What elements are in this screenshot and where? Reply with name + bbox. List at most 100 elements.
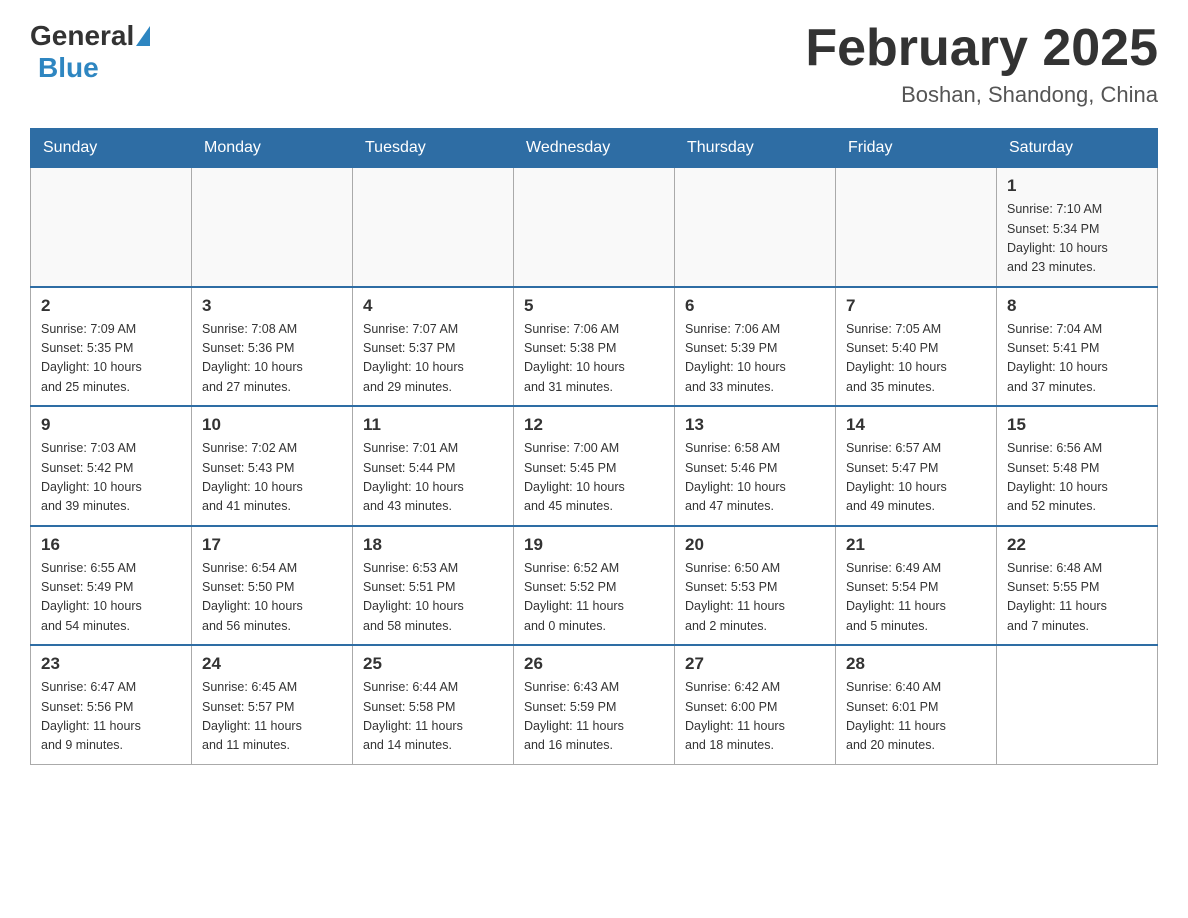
- location-title: Boshan, Shandong, China: [805, 82, 1158, 108]
- calendar-week-row: 2 Sunrise: 7:09 AM Sunset: 5:35 PM Daylig…: [31, 287, 1158, 407]
- calendar-cell: 10 Sunrise: 7:02 AM Sunset: 5:43 PM Dayli…: [192, 406, 353, 526]
- header-monday: Monday: [192, 129, 353, 168]
- header-sunday: Sunday: [31, 129, 192, 168]
- day-number: 15: [1007, 415, 1147, 435]
- calendar-table: SundayMondayTuesdayWednesdayThursdayFrid…: [30, 128, 1158, 765]
- day-number: 27: [685, 654, 825, 674]
- day-info: Sunrise: 7:10 AM Sunset: 5:34 PM Dayligh…: [1007, 200, 1147, 278]
- calendar-cell: 28 Sunrise: 6:40 AM Sunset: 6:01 PM Dayli…: [836, 645, 997, 764]
- day-info: Sunrise: 7:06 AM Sunset: 5:39 PM Dayligh…: [685, 320, 825, 398]
- title-section: February 2025 Boshan, Shandong, China: [805, 20, 1158, 108]
- day-number: 6: [685, 296, 825, 316]
- calendar-cell: 5 Sunrise: 7:06 AM Sunset: 5:38 PM Daylig…: [514, 287, 675, 407]
- header-wednesday: Wednesday: [514, 129, 675, 168]
- calendar-cell: [514, 168, 675, 287]
- day-info: Sunrise: 6:45 AM Sunset: 5:57 PM Dayligh…: [202, 678, 342, 756]
- calendar-week-row: 9 Sunrise: 7:03 AM Sunset: 5:42 PM Daylig…: [31, 406, 1158, 526]
- day-info: Sunrise: 7:06 AM Sunset: 5:38 PM Dayligh…: [524, 320, 664, 398]
- calendar-cell: 26 Sunrise: 6:43 AM Sunset: 5:59 PM Dayli…: [514, 645, 675, 764]
- day-info: Sunrise: 6:47 AM Sunset: 5:56 PM Dayligh…: [41, 678, 181, 756]
- day-info: Sunrise: 7:00 AM Sunset: 5:45 PM Dayligh…: [524, 439, 664, 517]
- calendar-cell: 3 Sunrise: 7:08 AM Sunset: 5:36 PM Daylig…: [192, 287, 353, 407]
- calendar-week-row: 1 Sunrise: 7:10 AM Sunset: 5:34 PM Daylig…: [31, 168, 1158, 287]
- day-number: 5: [524, 296, 664, 316]
- day-number: 19: [524, 535, 664, 555]
- day-number: 21: [846, 535, 986, 555]
- day-info: Sunrise: 6:40 AM Sunset: 6:01 PM Dayligh…: [846, 678, 986, 756]
- day-number: 13: [685, 415, 825, 435]
- calendar-cell: 2 Sunrise: 7:09 AM Sunset: 5:35 PM Daylig…: [31, 287, 192, 407]
- day-number: 16: [41, 535, 181, 555]
- day-info: Sunrise: 6:54 AM Sunset: 5:50 PM Dayligh…: [202, 559, 342, 637]
- calendar-cell: 23 Sunrise: 6:47 AM Sunset: 5:56 PM Dayli…: [31, 645, 192, 764]
- calendar-cell: 24 Sunrise: 6:45 AM Sunset: 5:57 PM Dayli…: [192, 645, 353, 764]
- day-info: Sunrise: 6:49 AM Sunset: 5:54 PM Dayligh…: [846, 559, 986, 637]
- day-info: Sunrise: 6:52 AM Sunset: 5:52 PM Dayligh…: [524, 559, 664, 637]
- day-number: 4: [363, 296, 503, 316]
- calendar-cell: 27 Sunrise: 6:42 AM Sunset: 6:00 PM Dayli…: [675, 645, 836, 764]
- day-info: Sunrise: 6:56 AM Sunset: 5:48 PM Dayligh…: [1007, 439, 1147, 517]
- calendar-cell: 25 Sunrise: 6:44 AM Sunset: 5:58 PM Dayli…: [353, 645, 514, 764]
- day-number: 26: [524, 654, 664, 674]
- day-info: Sunrise: 7:02 AM Sunset: 5:43 PM Dayligh…: [202, 439, 342, 517]
- day-info: Sunrise: 7:08 AM Sunset: 5:36 PM Dayligh…: [202, 320, 342, 398]
- calendar-cell: 4 Sunrise: 7:07 AM Sunset: 5:37 PM Daylig…: [353, 287, 514, 407]
- day-number: 9: [41, 415, 181, 435]
- calendar-cell: 19 Sunrise: 6:52 AM Sunset: 5:52 PM Dayli…: [514, 526, 675, 646]
- day-info: Sunrise: 7:07 AM Sunset: 5:37 PM Dayligh…: [363, 320, 503, 398]
- logo-triangle-icon: [136, 26, 150, 46]
- day-info: Sunrise: 6:57 AM Sunset: 5:47 PM Dayligh…: [846, 439, 986, 517]
- day-info: Sunrise: 7:03 AM Sunset: 5:42 PM Dayligh…: [41, 439, 181, 517]
- calendar-cell: [675, 168, 836, 287]
- day-number: 2: [41, 296, 181, 316]
- logo-blue-text: Blue: [38, 52, 99, 83]
- day-number: 8: [1007, 296, 1147, 316]
- day-number: 23: [41, 654, 181, 674]
- calendar-cell: 6 Sunrise: 7:06 AM Sunset: 5:39 PM Daylig…: [675, 287, 836, 407]
- calendar-cell: [997, 645, 1158, 764]
- day-info: Sunrise: 7:01 AM Sunset: 5:44 PM Dayligh…: [363, 439, 503, 517]
- logo: General Blue: [30, 20, 152, 84]
- day-info: Sunrise: 6:42 AM Sunset: 6:00 PM Dayligh…: [685, 678, 825, 756]
- day-number: 18: [363, 535, 503, 555]
- page-header: General Blue February 2025 Boshan, Shand…: [30, 20, 1158, 108]
- calendar-cell: 12 Sunrise: 7:00 AM Sunset: 5:45 PM Dayli…: [514, 406, 675, 526]
- day-number: 25: [363, 654, 503, 674]
- calendar-cell: 21 Sunrise: 6:49 AM Sunset: 5:54 PM Dayli…: [836, 526, 997, 646]
- calendar-cell: 14 Sunrise: 6:57 AM Sunset: 5:47 PM Dayli…: [836, 406, 997, 526]
- day-number: 28: [846, 654, 986, 674]
- day-number: 12: [524, 415, 664, 435]
- calendar-cell: 13 Sunrise: 6:58 AM Sunset: 5:46 PM Dayli…: [675, 406, 836, 526]
- day-info: Sunrise: 7:09 AM Sunset: 5:35 PM Dayligh…: [41, 320, 181, 398]
- header-tuesday: Tuesday: [353, 129, 514, 168]
- day-info: Sunrise: 7:04 AM Sunset: 5:41 PM Dayligh…: [1007, 320, 1147, 398]
- header-saturday: Saturday: [997, 129, 1158, 168]
- day-info: Sunrise: 6:50 AM Sunset: 5:53 PM Dayligh…: [685, 559, 825, 637]
- day-info: Sunrise: 6:44 AM Sunset: 5:58 PM Dayligh…: [363, 678, 503, 756]
- header-thursday: Thursday: [675, 129, 836, 168]
- day-number: 20: [685, 535, 825, 555]
- day-number: 11: [363, 415, 503, 435]
- day-number: 3: [202, 296, 342, 316]
- day-info: Sunrise: 7:05 AM Sunset: 5:40 PM Dayligh…: [846, 320, 986, 398]
- calendar-cell: [353, 168, 514, 287]
- day-info: Sunrise: 6:55 AM Sunset: 5:49 PM Dayligh…: [41, 559, 181, 637]
- day-number: 1: [1007, 176, 1147, 196]
- day-number: 17: [202, 535, 342, 555]
- header-friday: Friday: [836, 129, 997, 168]
- day-number: 7: [846, 296, 986, 316]
- day-info: Sunrise: 6:43 AM Sunset: 5:59 PM Dayligh…: [524, 678, 664, 756]
- day-number: 22: [1007, 535, 1147, 555]
- day-number: 24: [202, 654, 342, 674]
- calendar-cell: 8 Sunrise: 7:04 AM Sunset: 5:41 PM Daylig…: [997, 287, 1158, 407]
- day-info: Sunrise: 6:58 AM Sunset: 5:46 PM Dayligh…: [685, 439, 825, 517]
- calendar-cell: 18 Sunrise: 6:53 AM Sunset: 5:51 PM Dayli…: [353, 526, 514, 646]
- day-number: 10: [202, 415, 342, 435]
- day-number: 14: [846, 415, 986, 435]
- calendar-cell: 7 Sunrise: 7:05 AM Sunset: 5:40 PM Daylig…: [836, 287, 997, 407]
- day-info: Sunrise: 6:53 AM Sunset: 5:51 PM Dayligh…: [363, 559, 503, 637]
- calendar-cell: 9 Sunrise: 7:03 AM Sunset: 5:42 PM Daylig…: [31, 406, 192, 526]
- calendar-cell: [836, 168, 997, 287]
- calendar-cell: 22Sunrise: 6:48 AM Sunset: 5:55 PM Dayli…: [997, 526, 1158, 646]
- calendar-cell: 17 Sunrise: 6:54 AM Sunset: 5:50 PM Dayli…: [192, 526, 353, 646]
